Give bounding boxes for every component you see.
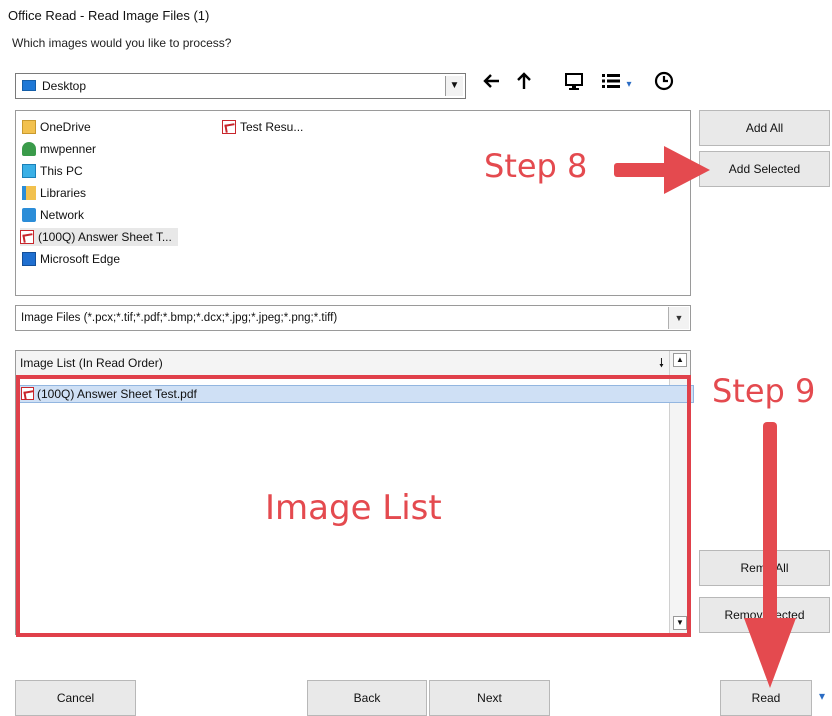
browser-item-onedrive[interactable]: OneDrive [22,118,91,136]
step8-annotation: Step 8 [484,147,588,185]
back-button[interactable]: Back [307,680,427,716]
location-dropdown-arrow-icon[interactable]: ▼ [445,76,463,96]
view-list-icon[interactable] [597,70,625,100]
libraries-icon [22,186,36,200]
scroll-up-icon[interactable]: ▲ [673,353,687,367]
file-browser[interactable]: OneDrive mwpenner This PC Libraries Netw… [15,110,691,296]
history-icon[interactable] [650,70,678,100]
add-selected-button[interactable]: Add Selected [699,151,830,187]
edge-icon [22,252,36,266]
filter-value: Image Files (*.pcx;*.tif;*.pdf;*.bmp;*.d… [21,312,338,324]
browser-item-answer-sheet[interactable]: (100Q) Answer Sheet T... [20,228,178,246]
view-dropdown-icon[interactable]: ▾ [622,70,636,100]
step9-annotation: Step 9 [712,372,816,410]
image-list-header: Image List (In Read Order) [16,351,670,376]
add-all-button[interactable]: Add All [699,110,830,146]
computer-icon [22,164,36,178]
browser-item-this-pc[interactable]: This PC [22,162,83,180]
back-arrow-icon[interactable] [478,70,506,100]
pdf-icon [222,120,236,134]
read-dropdown-icon[interactable]: ▾ [812,680,832,712]
browser-item-user[interactable]: mwpenner [22,140,96,158]
filter-dropdown-arrow-icon[interactable]: ▼ [668,307,689,329]
browser-item-edge[interactable]: Microsoft Edge [22,250,120,268]
next-button[interactable]: Next [429,680,550,716]
image-list-annotation: Image List [265,488,442,528]
pdf-icon [20,230,34,244]
up-arrow-icon[interactable] [510,70,538,100]
folder-icon [22,120,36,134]
file-type-filter[interactable]: Image Files (*.pcx;*.tif;*.pdf;*.bmp;*.d… [15,305,691,331]
window-title: Office Read - Read Image Files (1) [8,8,210,23]
browser-item-libraries[interactable]: Libraries [22,184,86,202]
browser-item-test-results[interactable]: Test Resu... [222,118,303,136]
step9-arrow-icon [740,420,800,695]
user-icon [22,142,36,156]
browser-item-network[interactable]: Network [22,206,84,224]
prompt-text: Which images would you like to process? [12,36,232,50]
network-icon [22,208,36,222]
sort-arrow-icon[interactable]: 🠗 [659,354,664,375]
desktop-folder-icon [22,80,36,91]
cancel-button[interactable]: Cancel [15,680,136,716]
step8-arrow-icon [612,140,712,205]
location-dropdown[interactable]: Desktop ▼ [15,73,466,99]
location-value: Desktop [42,79,87,93]
desktop-icon[interactable] [560,70,588,100]
